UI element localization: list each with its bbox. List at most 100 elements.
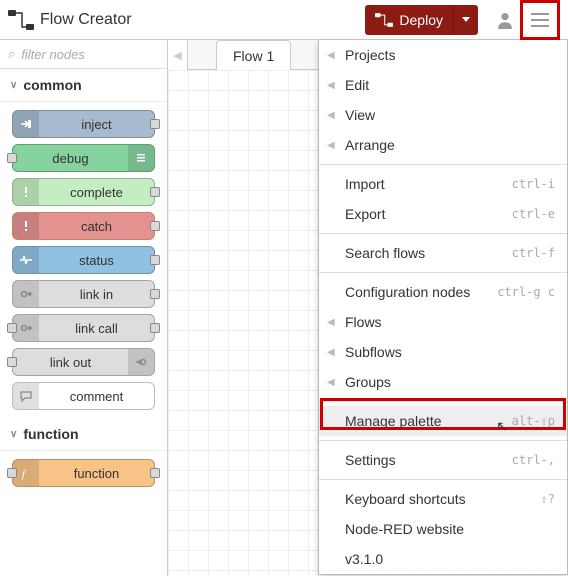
node-port-out [150, 255, 160, 265]
palette-node-catch[interactable]: catch [12, 212, 155, 240]
menu-item-label: View [345, 107, 375, 123]
palette-category-common[interactable]: ∨common [0, 69, 167, 102]
node-port-out [150, 221, 160, 231]
menu-item-label: v3.1.0 [345, 551, 383, 567]
menu-item-settings[interactable]: Settingsctrl-, [319, 445, 567, 475]
chevron-down-icon: ∨ [10, 429, 17, 440]
node-port-out [150, 119, 160, 129]
menu-item-arrange[interactable]: ◀ Arrange [319, 130, 567, 160]
menu-item-edit[interactable]: ◀ Edit [319, 70, 567, 100]
node-label: complete [39, 185, 154, 200]
menu-item-label: Subflows [345, 344, 402, 360]
node-port-in [7, 323, 17, 333]
menu-item-flows[interactable]: ◀ Flows [319, 307, 567, 337]
user-button[interactable] [490, 5, 520, 35]
menu-separator [319, 401, 567, 402]
node-label: comment [39, 389, 154, 404]
menu-separator [319, 164, 567, 165]
menu-item-label: Edit [345, 77, 369, 93]
menu-item-keyboard-shortcuts[interactable]: Keyboard shortcuts⇧? [319, 484, 567, 514]
menu-item-label: Arrange [345, 137, 395, 153]
menu-item-shortcut: alt-⇧p [512, 414, 555, 428]
menu-separator [319, 479, 567, 480]
submenu-caret-icon: ◀ [327, 317, 335, 328]
menu-item-view[interactable]: ◀View [319, 100, 567, 130]
node-label: link call [39, 321, 154, 336]
palette-node-link-in[interactable]: link in [12, 280, 155, 308]
node-port-out [150, 289, 160, 299]
menu-item-shortcut: ctrl-i [512, 177, 555, 191]
menu-item-label: Export [345, 206, 385, 222]
bang-icon [13, 179, 39, 205]
deploy-dropdown-caret[interactable] [454, 5, 478, 35]
node-port-out [150, 323, 160, 333]
bars-icon [128, 145, 154, 171]
submenu-caret-icon: ◀ [327, 80, 335, 91]
menu-item-shortcut: ctrl-g c [497, 285, 555, 299]
main-menu-button[interactable] [525, 5, 555, 35]
menu-item-shortcut: ctrl-f [512, 246, 555, 260]
menu-item-search-flows[interactable]: Search flowsctrl-f [319, 238, 567, 268]
menu-item-projects[interactable]: ◀Projects [319, 40, 567, 70]
palette-node-status[interactable]: status [12, 246, 155, 274]
caret-down-icon [462, 17, 470, 23]
app-header: Flow Creator Deploy [0, 0, 568, 40]
menu-item-label: Projects [345, 47, 396, 63]
flow-tab-label: Flow 1 [233, 48, 274, 64]
deploy-button[interactable]: Deploy [365, 5, 478, 35]
menu-item-configuration-nodes[interactable]: Configuration nodesctrl-g c [319, 277, 567, 307]
node-port-in [7, 357, 17, 367]
palette-node-complete[interactable]: complete [12, 178, 155, 206]
tab-scroll-left[interactable]: ◀ [168, 40, 188, 70]
deploy-icon [375, 13, 393, 27]
menu-item-label: Groups [345, 374, 391, 390]
menu-item-label: Flows [345, 314, 382, 330]
menu-item-label: Keyboard shortcuts [345, 491, 466, 507]
menu-item-manage-palette[interactable]: Manage palette alt-⇧p [319, 406, 567, 436]
node-label: inject [39, 117, 154, 132]
menu-item-label: Manage palette [345, 413, 442, 429]
deploy-label: Deploy [399, 12, 443, 28]
arrow-in-icon [13, 111, 39, 137]
palette-category-function[interactable]: ∨ function [0, 418, 167, 451]
palette-node-comment[interactable]: comment [12, 382, 155, 410]
menu-item-node-red-website[interactable]: Node-RED website [319, 514, 567, 544]
search-icon: ⌕ [8, 46, 15, 62]
node-port-in [7, 153, 17, 163]
chevron-down-icon: ∨ [10, 80, 17, 91]
menu-item-label: Node-RED website [345, 521, 464, 537]
workspace: ◀ Flow 1 ◀Projects◀Edit◀View◀ArrangeImpo… [168, 40, 568, 576]
menu-separator [319, 272, 567, 273]
main-menu: ◀Projects◀Edit◀View◀ArrangeImportctrl-iE… [318, 40, 568, 575]
submenu-caret-icon: ◀ [327, 140, 335, 151]
node-label: function [39, 466, 154, 481]
node-label: link in [39, 287, 154, 302]
highlight-hamburger [520, 0, 560, 40]
menu-item-shortcut: ctrl-, [512, 453, 555, 467]
category-label: function [23, 426, 78, 442]
palette-node-link-call[interactable]: link call [12, 314, 155, 342]
flow-tab[interactable]: Flow 1 [216, 40, 291, 70]
submenu-caret-icon: ◀ [327, 347, 335, 358]
menu-item-subflows[interactable]: ◀ Subflows [319, 337, 567, 367]
palette-node-function[interactable]: ffunction [12, 459, 155, 487]
menu-item-import[interactable]: Importctrl-i [319, 169, 567, 199]
submenu-caret-icon: ◀ [327, 377, 335, 388]
link-in-icon [13, 281, 39, 307]
node-port-in [7, 468, 17, 478]
flow-logo-icon [8, 10, 34, 30]
filter-nodes-input[interactable] [21, 47, 159, 62]
menu-separator [319, 233, 567, 234]
palette-node-link-out[interactable]: link out [12, 348, 155, 376]
palette-node-inject[interactable]: inject [12, 110, 155, 138]
menu-separator [319, 440, 567, 441]
bang-icon [13, 213, 39, 239]
comment-icon [13, 383, 39, 409]
menu-item-shortcut: ctrl-e [512, 207, 555, 221]
menu-item-v3-1-0[interactable]: v3.1.0 [319, 544, 567, 574]
node-label: catch [39, 219, 154, 234]
menu-item-groups[interactable]: ◀ Groups [319, 367, 567, 397]
menu-item-export[interactable]: Export ctrl-e [319, 199, 567, 229]
node-port-out [150, 187, 160, 197]
palette-node-debug[interactable]: debug [12, 144, 155, 172]
